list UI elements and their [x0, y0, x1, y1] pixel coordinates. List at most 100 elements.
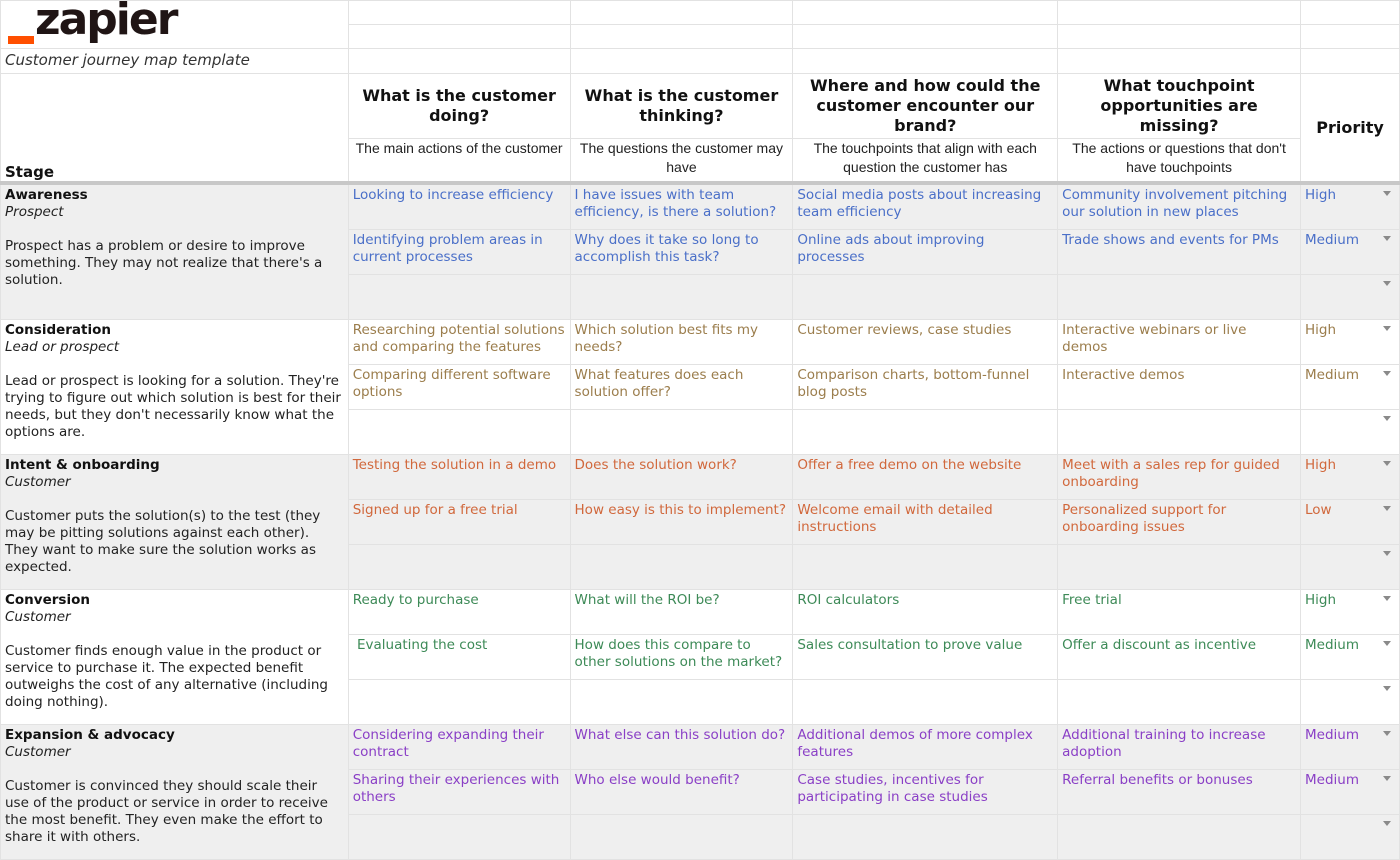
cell-thinking[interactable] — [569, 814, 794, 860]
cell[interactable] — [569, 24, 794, 49]
cell-doing[interactable]: Testing the solution in a demo — [347, 454, 571, 500]
cell[interactable] — [1299, 48, 1400, 74]
priority-dropdown[interactable] — [1299, 409, 1400, 455]
dropdown-arrow-icon[interactable] — [1383, 731, 1391, 736]
cell[interactable] — [792, 0, 1059, 25]
cell-missing[interactable]: Offer a discount as incentive — [1057, 634, 1301, 680]
cell-missing[interactable] — [1057, 814, 1301, 860]
cell-doing[interactable]: Identifying problem areas in current pro… — [347, 229, 571, 275]
dropdown-arrow-icon[interactable] — [1383, 641, 1391, 646]
cell-missing[interactable] — [1057, 679, 1301, 725]
stage-cell[interactable]: Conversion Customer Customer finds enough … — [0, 589, 349, 725]
cell-encounter[interactable] — [792, 544, 1059, 590]
cell-doing[interactable]: Signed up for a free trial — [347, 499, 571, 545]
cell-encounter[interactable] — [792, 814, 1059, 860]
priority-dropdown[interactable] — [1299, 274, 1400, 320]
cell-missing[interactable]: Additional training to increase adoption — [1057, 724, 1301, 770]
priority-dropdown[interactable]: Medium — [1299, 229, 1400, 275]
priority-dropdown[interactable]: High — [1299, 589, 1400, 635]
priority-dropdown[interactable]: Medium — [1299, 634, 1400, 680]
cell-thinking[interactable]: How does this compare to other solutions… — [569, 634, 794, 680]
priority-dropdown[interactable] — [1299, 544, 1400, 590]
cell[interactable] — [792, 24, 1059, 49]
dropdown-arrow-icon[interactable] — [1383, 506, 1391, 511]
column-header-priority[interactable]: Priority — [1299, 73, 1400, 185]
logo-cell[interactable]: zapier — [0, 0, 349, 49]
cell-doing[interactable] — [347, 409, 571, 455]
cell-thinking[interactable]: Who else would benefit? — [569, 769, 794, 815]
cell-encounter[interactable]: Offer a free demo on the website — [792, 454, 1059, 500]
cell-doing[interactable] — [347, 814, 571, 860]
cell-missing[interactable]: Trade shows and events for PMs — [1057, 229, 1301, 275]
cell-thinking[interactable]: How easy is this to implement? — [569, 499, 794, 545]
dropdown-arrow-icon[interactable] — [1383, 596, 1391, 601]
column-header-encounter[interactable]: Where and how could the customer encount… — [792, 73, 1059, 139]
priority-dropdown[interactable]: Medium — [1299, 769, 1400, 815]
cell-thinking[interactable] — [569, 679, 794, 725]
priority-dropdown[interactable]: High — [1299, 182, 1400, 230]
cell-thinking[interactable] — [569, 544, 794, 590]
stage-header-cell[interactable]: Stage — [0, 73, 349, 185]
cell-doing[interactable]: Looking to increase efficiency — [347, 182, 571, 230]
column-header-thinking[interactable]: What is the customer thinking? — [569, 73, 794, 139]
dropdown-arrow-icon[interactable] — [1383, 416, 1391, 421]
cell-doing[interactable]: Evaluating the cost — [347, 634, 571, 680]
cell[interactable] — [1299, 0, 1400, 25]
cell[interactable] — [347, 24, 571, 49]
cell-encounter[interactable]: Case studies, incentives for participati… — [792, 769, 1059, 815]
cell-doing[interactable] — [347, 679, 571, 725]
cell-encounter[interactable]: Online ads about improving processes — [792, 229, 1059, 275]
cell-encounter[interactable]: Welcome email with detailed instructions — [792, 499, 1059, 545]
cell-missing[interactable]: Community involvement pitching our solut… — [1057, 182, 1301, 230]
cell-thinking[interactable]: What will the ROI be? — [569, 589, 794, 635]
dropdown-arrow-icon[interactable] — [1383, 191, 1391, 196]
dropdown-arrow-icon[interactable] — [1383, 776, 1391, 781]
dropdown-arrow-icon[interactable] — [1383, 686, 1391, 691]
subtitle-cell[interactable]: Customer journey map template — [0, 48, 349, 74]
cell[interactable] — [1057, 24, 1301, 49]
cell-encounter[interactable] — [792, 679, 1059, 725]
cell-encounter[interactable]: Sales consultation to prove value — [792, 634, 1059, 680]
dropdown-arrow-icon[interactable] — [1383, 371, 1391, 376]
cell-thinking[interactable]: Which solution best fits my needs? — [569, 319, 794, 365]
cell-thinking[interactable]: Does the solution work? — [569, 454, 794, 500]
cell-thinking[interactable] — [569, 274, 794, 320]
priority-dropdown[interactable]: Medium — [1299, 724, 1400, 770]
priority-dropdown[interactable] — [1299, 814, 1400, 860]
column-desc-missing[interactable]: The actions or questions that don't have… — [1057, 138, 1301, 185]
priority-dropdown[interactable]: Low — [1299, 499, 1400, 545]
cell-missing[interactable] — [1057, 274, 1301, 320]
cell-doing[interactable]: Researching potential solutions and comp… — [347, 319, 571, 365]
cell[interactable] — [792, 48, 1059, 74]
cell[interactable] — [347, 48, 571, 74]
cell-encounter[interactable]: ROI calculators — [792, 589, 1059, 635]
cell[interactable] — [1057, 48, 1301, 74]
priority-dropdown[interactable]: High — [1299, 454, 1400, 500]
cell-doing[interactable]: Ready to purchase — [347, 589, 571, 635]
dropdown-arrow-icon[interactable] — [1383, 461, 1391, 466]
cell-encounter[interactable]: Social media posts about increasing team… — [792, 182, 1059, 230]
priority-dropdown[interactable] — [1299, 679, 1400, 725]
cell-encounter[interactable]: Customer reviews, case studies — [792, 319, 1059, 365]
cell-doing[interactable]: Comparing different software options — [347, 364, 571, 410]
dropdown-arrow-icon[interactable] — [1383, 821, 1391, 826]
cell-missing[interactable]: Referral benefits or bonuses — [1057, 769, 1301, 815]
cell-missing[interactable] — [1057, 544, 1301, 590]
cell-thinking[interactable]: Why does it take so long to accomplish t… — [569, 229, 794, 275]
cell-doing[interactable] — [347, 544, 571, 590]
dropdown-arrow-icon[interactable] — [1383, 326, 1391, 331]
cell-thinking[interactable]: What features does each solution offer? — [569, 364, 794, 410]
cell-thinking[interactable]: What else can this solution do? — [569, 724, 794, 770]
cell-encounter[interactable] — [792, 274, 1059, 320]
cell-encounter[interactable]: Comparison charts, bottom-funnel blog po… — [792, 364, 1059, 410]
cell-missing[interactable]: Meet with a sales rep for guided onboard… — [1057, 454, 1301, 500]
priority-dropdown[interactable]: High — [1299, 319, 1400, 365]
cell-thinking[interactable] — [569, 409, 794, 455]
cell-encounter[interactable]: Additional demos of more complex feature… — [792, 724, 1059, 770]
cell[interactable] — [1299, 24, 1400, 49]
cell-doing[interactable]: Considering expanding their contract — [347, 724, 571, 770]
cell-missing[interactable]: Personalized support for onboarding issu… — [1057, 499, 1301, 545]
cell[interactable] — [569, 0, 794, 25]
cell[interactable] — [1057, 0, 1301, 25]
column-header-missing[interactable]: What touchpoint opportunities are missin… — [1057, 73, 1301, 139]
